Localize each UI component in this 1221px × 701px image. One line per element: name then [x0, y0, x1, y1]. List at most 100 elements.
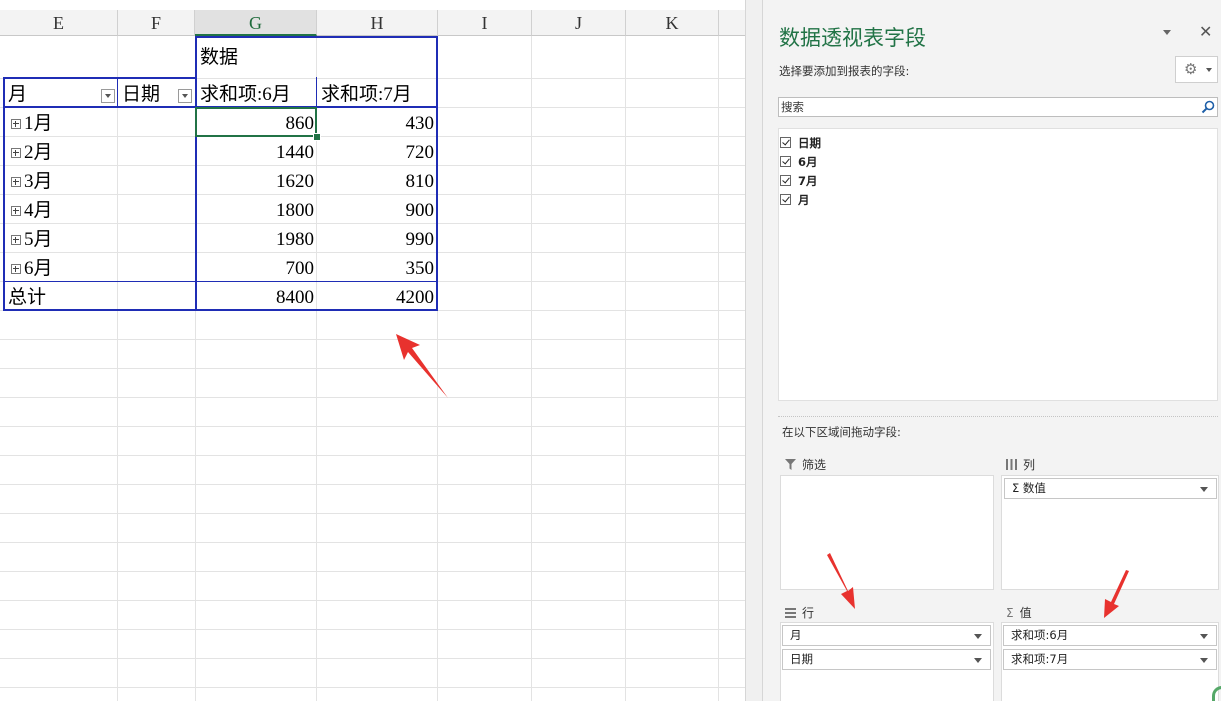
gridline: [0, 484, 745, 485]
checkbox[interactable]: [780, 175, 791, 186]
rows-item-month[interactable]: 月: [782, 625, 991, 646]
month-filter-dropdown[interactable]: [101, 89, 115, 103]
filter-area[interactable]: [780, 475, 994, 590]
value-cell[interactable]: 430: [317, 110, 437, 139]
fill-handle[interactable]: [313, 133, 321, 141]
sigma-icon: Σ: [1006, 606, 1014, 620]
rows-item-date[interactable]: 日期: [782, 649, 991, 670]
gridline: [718, 36, 719, 701]
column-header-i[interactable]: I: [438, 10, 532, 36]
field-label: 7月: [798, 174, 818, 188]
column-header-j[interactable]: J: [532, 10, 626, 36]
expand-icon[interactable]: [11, 263, 21, 274]
gear-button[interactable]: ⚙: [1175, 56, 1218, 83]
column-header-g[interactable]: G: [195, 10, 317, 36]
gridline: [0, 397, 745, 398]
gridline: [0, 600, 745, 601]
filter-area-label: 筛选: [785, 456, 826, 473]
expand-icon[interactable]: [11, 176, 21, 187]
field-item-date[interactable]: 日期: [780, 134, 821, 152]
annotation-arrow-icon: [1104, 570, 1129, 618]
gridline: [531, 36, 532, 701]
drag-fields-label: 在以下区域间拖动字段:: [782, 425, 901, 439]
value-cell[interactable]: 990: [317, 226, 437, 255]
gridline: [0, 687, 745, 688]
gridline: [0, 455, 745, 456]
field-item-june[interactable]: 6月: [780, 153, 818, 171]
value-cell[interactable]: 350: [317, 255, 437, 284]
checkbox[interactable]: [780, 194, 791, 205]
value-cell[interactable]: 1620: [196, 168, 317, 197]
expand-icon[interactable]: [11, 147, 21, 158]
chevron-down-icon[interactable]: [1200, 487, 1208, 492]
row-label[interactable]: 6月: [24, 258, 53, 279]
columns-area-label: 列: [1006, 456, 1035, 473]
column-header-k[interactable]: K: [626, 10, 719, 36]
value-cell[interactable]: 720: [317, 139, 437, 168]
pivot-field-pane: 数据透视表字段 ✕ 选择要添加到报表的字段: ⚙ 搜索 日期 6月 7月 月 在…: [763, 0, 1221, 701]
chevron-down-icon[interactable]: [974, 634, 982, 639]
column-header-partial: [719, 10, 745, 36]
annotation-arrow-icon: [396, 334, 448, 398]
chevron-down-icon[interactable]: [1200, 634, 1208, 639]
search-icon[interactable]: [1201, 100, 1215, 114]
expand-icon[interactable]: [11, 205, 21, 216]
field-item-july[interactable]: 7月: [780, 172, 818, 190]
gridline: [625, 36, 626, 701]
gridline: [0, 658, 745, 659]
chevron-down-icon[interactable]: [974, 658, 982, 663]
row-label[interactable]: 3月: [24, 171, 53, 192]
search-input[interactable]: 搜索: [781, 99, 804, 115]
choose-fields-label: 选择要添加到报表的字段:: [779, 64, 910, 78]
filter-icon: [785, 459, 796, 470]
annotation-arrow-icon: [827, 553, 855, 609]
gridline: [117, 36, 118, 701]
gridline: [0, 571, 745, 572]
pane-title: 数据透视表字段: [779, 26, 926, 50]
column-header-h[interactable]: H: [317, 10, 438, 36]
value-cell[interactable]: 700: [196, 255, 317, 284]
value-cell[interactable]: 1440: [196, 139, 317, 168]
field-label: 6月: [798, 155, 818, 169]
value-cell[interactable]: 900: [317, 197, 437, 226]
column-header-f[interactable]: F: [118, 10, 195, 36]
field-label: 月: [798, 193, 810, 207]
rows-icon: [785, 608, 796, 618]
gridline: [0, 368, 745, 369]
rows-area-label: 行: [785, 604, 814, 621]
chevron-down-icon: [1206, 68, 1212, 72]
row-label[interactable]: 2月: [24, 142, 53, 163]
close-icon[interactable]: ✕: [1199, 22, 1212, 41]
checkbox[interactable]: [780, 137, 791, 148]
field-item-month[interactable]: 月: [780, 191, 810, 209]
row-label[interactable]: 5月: [24, 229, 53, 250]
values-area-label: Σ值: [1006, 606, 1032, 620]
field-list: [778, 128, 1218, 401]
row-label[interactable]: 4月: [24, 200, 53, 221]
pivot-data-header[interactable]: 数据: [200, 44, 238, 73]
search-field[interactable]: 搜索: [778, 97, 1218, 117]
divider: [778, 416, 1218, 417]
value-cell[interactable]: 1800: [196, 197, 317, 226]
gridline: [0, 513, 745, 514]
checkbox[interactable]: [780, 156, 791, 167]
gridline: [0, 542, 745, 543]
columns-item-values[interactable]: Σ 数值: [1004, 478, 1217, 499]
pane-divider[interactable]: [745, 0, 763, 701]
pane-options-dropdown-icon[interactable]: [1163, 30, 1171, 35]
expand-icon[interactable]: [11, 234, 21, 245]
values-item-july[interactable]: 求和项:7月: [1003, 649, 1217, 670]
expand-icon[interactable]: [11, 118, 21, 129]
values-item-june[interactable]: 求和项:6月: [1003, 625, 1217, 646]
date-filter-dropdown[interactable]: [178, 89, 192, 103]
gear-icon: ⚙: [1184, 60, 1198, 78]
column-header-e[interactable]: E: [0, 10, 118, 36]
worksheet[interactable]: E F G H I J K 数据 月 日期 求和项:6月 求和项:7月 1月 8…: [0, 0, 745, 701]
gridline: [0, 426, 745, 427]
value-cell[interactable]: 1980: [196, 226, 317, 255]
chevron-down-icon[interactable]: [1200, 658, 1208, 663]
active-cell-selection: [195, 107, 317, 137]
value-cell[interactable]: 810: [317, 168, 437, 197]
field-label: 日期: [798, 136, 821, 150]
row-label[interactable]: 1月: [24, 113, 53, 134]
